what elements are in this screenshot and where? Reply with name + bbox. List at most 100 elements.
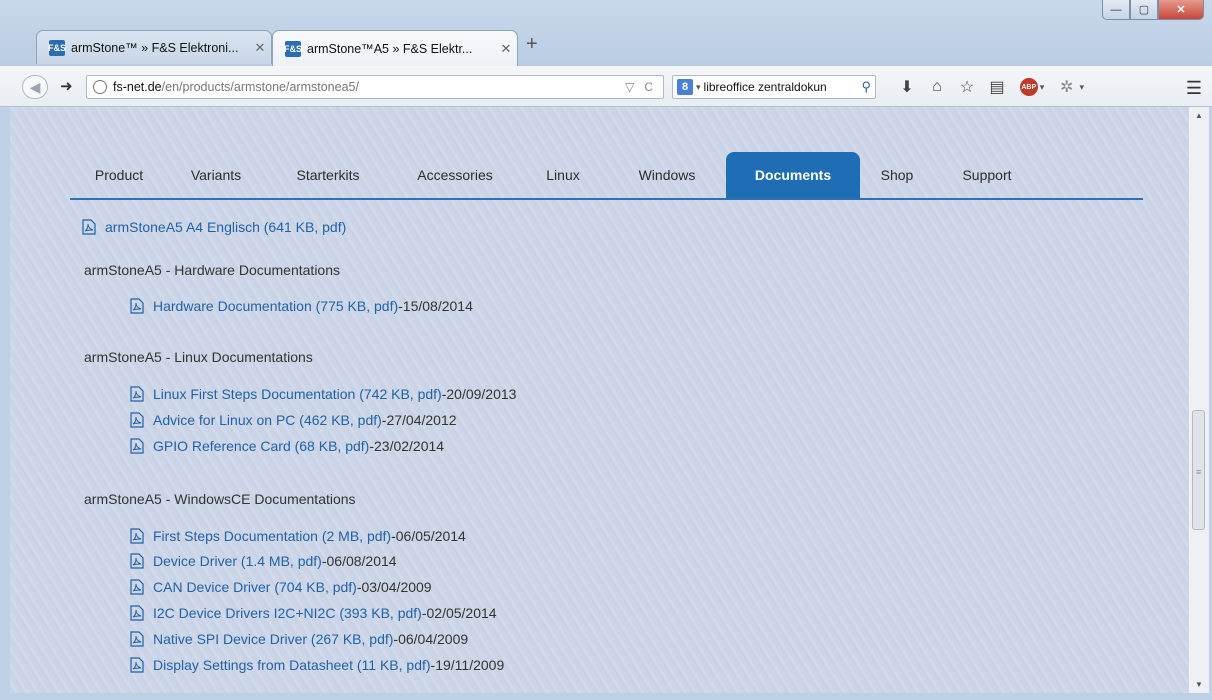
home-icon[interactable]: ⌂ [922,75,952,99]
document-link[interactable]: Linux First Steps Documentation (742 KB,… [153,386,442,402]
pdf-icon [130,631,144,647]
browser-titlebar: F&S armStone™ » F&S Elektroni... ✕ F&S a… [0,0,1212,70]
pdf-icon [130,528,144,544]
adblock-button[interactable]: ABP ▾ [1012,75,1052,99]
window-controls: — ▢ ✕ [1102,0,1204,20]
tab-armstone-a5[interactable]: F&S armStone™A5 » F&S Elektr... ✕ [272,30,518,66]
list-item: I2C Device Drivers I2C+NI2C (393 KB, pdf… [130,605,497,621]
back-arrow-icon: ◀ [29,78,41,95]
document-date: 06/04/2009 [398,631,469,647]
search-input[interactable]: libreoffice zentraldokun [704,80,862,94]
pdf-icon [130,298,144,314]
back-button[interactable]: ◀ [22,75,48,99]
minimize-button[interactable]: — [1102,0,1130,20]
reload-icon[interactable]: C [644,80,653,94]
page-viewport: Product Variants Starterkits Accessories… [10,107,1188,693]
url-host: fs-net.de [113,80,162,94]
pdf-icon [130,438,144,454]
vertical-scrollbar[interactable]: ▲ ≡ ▼ [1188,107,1209,693]
reading-list-icon[interactable]: ▤ [982,75,1012,99]
list-item: Display Settings from Datasheet (11 KB, … [130,657,504,673]
pdf-icon [130,579,144,595]
document-date: 15/08/2014 [402,298,473,314]
document-link[interactable]: Display Settings from Datasheet (11 KB, … [153,657,431,673]
fs-favicon-icon: F&S [284,40,302,57]
document-link[interactable]: GPIO Reference Card (68 KB, pdf) [153,438,369,454]
download-icon[interactable]: ⬇ [892,75,922,99]
adblock-icon: ABP [1019,78,1038,96]
tab-product[interactable]: Product [70,152,168,198]
navigation-toolbar: ◀ ➜ fs-net.de /en/products/armstone/arms… [0,66,1212,107]
globe-icon [93,80,107,94]
list-item: CAN Device Driver (704 KB, pdf) - 03/04/… [130,579,432,595]
search-engine-icon[interactable]: 8 [677,79,693,95]
document-date: 23/02/2014 [374,438,445,454]
pdf-icon [130,553,144,569]
url-path: /en/products/armstone/armstonea5/ [161,80,359,94]
tab-documents[interactable]: Documents [726,152,860,198]
list-item: Advice for Linux on PC (462 KB, pdf) - 2… [130,412,457,428]
document-date: 27/04/2012 [386,412,457,428]
tab-close-icon[interactable]: ✕ [495,41,517,57]
tab-starterkits[interactable]: Starterkits [264,152,392,198]
pdf-icon [130,657,144,673]
document-link[interactable]: I2C Device Drivers I2C+NI2C (393 KB, pdf… [153,605,422,621]
bookmark-star-icon[interactable]: ☆ [952,75,982,99]
tab-accessories[interactable]: Accessories [392,152,518,198]
tab-support[interactable]: Support [934,152,1040,198]
scroll-down-arrow-icon[interactable]: ▼ [1189,680,1209,689]
toolbar-icons: ⬇ ⌂ ☆ ▤ ABP ▾ ✲ ▾ [892,75,1092,99]
section-heading-linux: armStoneA5 - Linux Documentations [84,349,313,365]
dropdown-triangle-icon[interactable]: ▽ [625,80,634,94]
tab-title: armStone™ » F&S Elektroni... [71,40,239,55]
tab-windows[interactable]: Windows [608,152,726,198]
tab-shop[interactable]: Shop [860,152,934,198]
window-frame-left [0,107,10,693]
close-window-button[interactable]: ✕ [1158,0,1204,20]
url-bar[interactable]: fs-net.de /en/products/armstone/armstone… [86,75,664,99]
window-frame-bottom [0,693,1212,700]
product-tab-navigation: Product Variants Starterkits Accessories… [70,150,1143,200]
forward-arrow-icon[interactable]: ➜ [60,77,73,95]
pdf-icon [82,219,96,235]
list-item: armStoneA5 A4 Englisch (641 KB, pdf) [82,219,346,235]
tab-variants[interactable]: Variants [168,152,264,198]
document-date: 19/11/2009 [435,657,505,673]
document-link[interactable]: Advice for Linux on PC (462 KB, pdf) [153,412,382,428]
chevron-down-icon: ▾ [1039,81,1045,92]
magnifier-icon[interactable]: ⚲ [861,79,871,95]
extension-icon[interactable]: ✲ ▾ [1052,75,1092,99]
list-item: First Steps Documentation (2 MB, pdf) - … [130,528,466,544]
list-item: Hardware Documentation (775 KB, pdf) - 1… [130,298,473,314]
document-link[interactable]: Hardware Documentation (775 KB, pdf) [153,298,398,314]
scrollbar-thumb[interactable]: ≡ [1192,410,1205,530]
pdf-icon [130,412,144,428]
hamburger-menu-icon[interactable]: ☰ [1186,78,1202,99]
tab-armstone[interactable]: F&S armStone™ » F&S Elektroni... ✕ [36,30,272,64]
document-link[interactable]: armStoneA5 A4 Englisch (641 KB, pdf) [105,219,346,235]
list-item: Linux First Steps Documentation (742 KB,… [130,386,516,402]
tab-close-icon[interactable]: ✕ [249,40,271,56]
maximize-button[interactable]: ▢ [1130,0,1158,20]
list-item: Native SPI Device Driver (267 KB, pdf) -… [130,631,468,647]
new-tab-button[interactable]: + [526,33,538,56]
section-heading-windowsce: armStoneA5 - WindowsCE Documentations [84,491,356,507]
pdf-icon [130,386,144,402]
grip-icon: ≡ [1196,467,1202,477]
fs-favicon-icon: F&S [48,39,66,56]
document-link[interactable]: Native SPI Device Driver (267 KB, pdf) [153,631,393,647]
chevron-down-icon: ▾ [1079,81,1084,92]
engine-dropdown-icon[interactable]: ▾ [696,82,701,93]
document-link[interactable]: Device Driver (1.4 MB, pdf) [153,553,322,569]
document-date: 06/08/2014 [326,553,397,569]
list-item: GPIO Reference Card (68 KB, pdf) - 23/02… [130,438,444,454]
document-date: 02/05/2014 [426,605,497,621]
document-link[interactable]: CAN Device Driver (704 KB, pdf) [153,579,357,595]
section-heading-hardware: armStoneA5 - Hardware Documentations [84,262,341,278]
tab-linux[interactable]: Linux [518,152,608,198]
tab-title: armStone™A5 » F&S Elektr... [307,41,473,56]
document-link[interactable]: First Steps Documentation (2 MB, pdf) [153,528,391,544]
list-item: Device Driver (1.4 MB, pdf) - 06/08/2014 [130,553,397,569]
scroll-up-arrow-icon[interactable]: ▲ [1189,111,1209,120]
search-bar[interactable]: 8 ▾ libreoffice zentraldokun ⚲ [672,75,876,99]
